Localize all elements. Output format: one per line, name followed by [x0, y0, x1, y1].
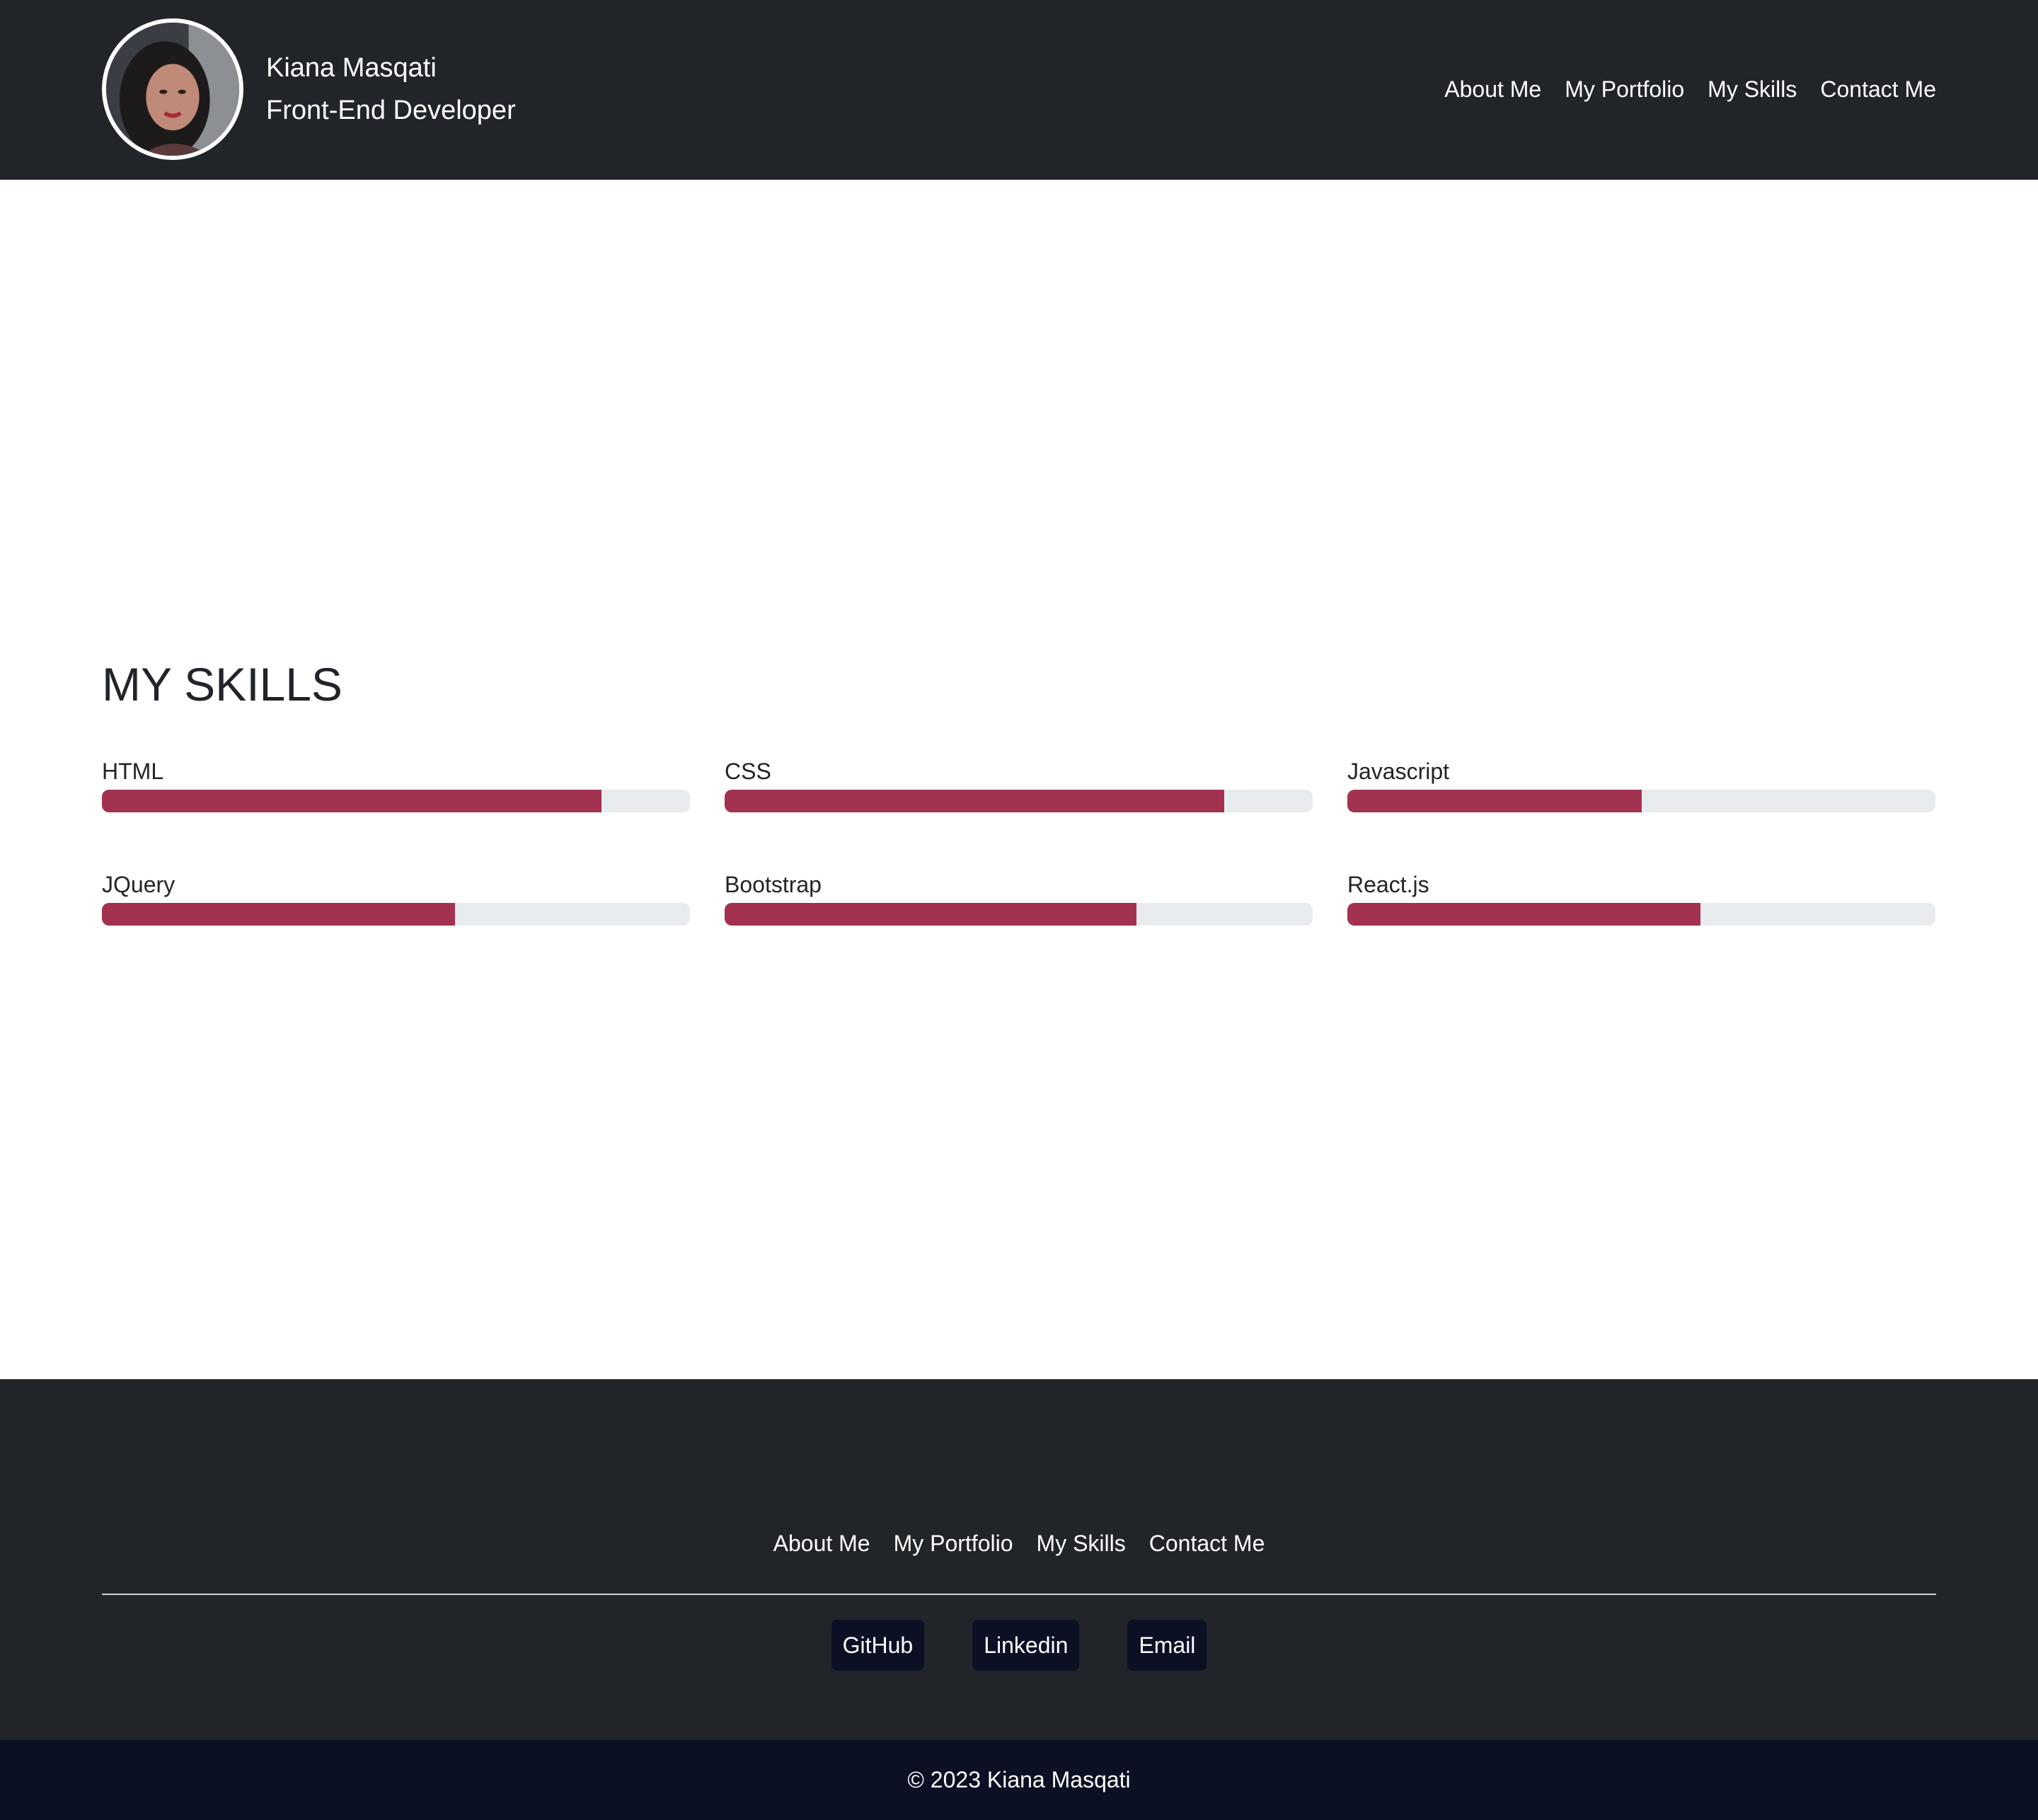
skill-html: HTML [102, 756, 690, 812]
skill-reactjs: React.js [1347, 869, 1935, 926]
site-header: Kiana Masqati Front-End Developer About … [0, 0, 2038, 180]
skill-label: CSS [725, 759, 771, 784]
skill-label: JQuery [102, 872, 175, 897]
skill-label: Bootstrap [725, 872, 822, 897]
copyright-bar: © 2023 Kiana Masqati [0, 1740, 2038, 1820]
skill-progress-bar [1347, 790, 1935, 812]
skill-javascript: Javascript [1347, 756, 1935, 812]
skill-progress-fill [725, 903, 1136, 926]
linkedin-button[interactable]: Linkedin [972, 1620, 1080, 1671]
brand-title: Front-End Developer [266, 96, 516, 125]
skill-progress-fill [725, 790, 1225, 812]
footer-link-my-skills[interactable]: My Skills [1037, 1526, 1126, 1560]
skill-progress-fill [1347, 790, 1642, 812]
skill-label: React.js [1347, 872, 1429, 897]
skill-label: Javascript [1347, 759, 1450, 784]
skill-jquery: JQuery [102, 869, 690, 926]
footer-link-my-portfolio[interactable]: My Portfolio [894, 1526, 1013, 1560]
footer-link-contact-me[interactable]: Contact Me [1149, 1526, 1265, 1560]
skill-progress-fill [102, 903, 455, 926]
brand-name: Kiana Masqati [266, 53, 437, 83]
skill-progress-fill [1347, 903, 1700, 926]
header-nav: About Me My Portfolio My Skills Contact … [1444, 72, 1936, 106]
skill-progress-bar [725, 790, 1313, 812]
github-button[interactable]: GitHub [831, 1620, 925, 1671]
copyright-text: © 2023 Kiana Masqati [907, 1767, 1131, 1792]
nav-link-about-me[interactable]: About Me [1444, 72, 1541, 106]
skill-label: HTML [102, 759, 164, 784]
footer-divider [102, 1594, 1936, 1595]
skill-progress-bar [725, 903, 1313, 926]
site-footer: About Me My Portfolio My Skills Contact … [0, 1379, 2038, 1740]
social-links: GitHub Linkedin Email [0, 1620, 2038, 1671]
nav-link-contact-me[interactable]: Contact Me [1820, 72, 1936, 106]
nav-link-my-skills[interactable]: My Skills [1708, 72, 1797, 106]
skill-bootstrap: Bootstrap [725, 869, 1313, 926]
skills-grid: HTML CSS Javascript JQuery Bootstrap Rea… [102, 756, 1936, 926]
skill-progress-bar [102, 790, 690, 812]
nav-link-my-portfolio[interactable]: My Portfolio [1565, 72, 1684, 106]
profile-photo-icon [106, 23, 239, 156]
profile-avatar [102, 18, 243, 160]
footer-nav: About Me My Portfolio My Skills Contact … [0, 1526, 2038, 1560]
email-button[interactable]: Email [1127, 1620, 1207, 1671]
skill-progress-bar [102, 903, 690, 926]
skills-heading: MY SKILLS [102, 658, 342, 710]
skill-progress-bar [1347, 903, 1935, 926]
skill-css: CSS [725, 756, 1313, 812]
footer-link-about-me[interactable]: About Me [773, 1526, 870, 1560]
skill-progress-fill [102, 790, 602, 812]
